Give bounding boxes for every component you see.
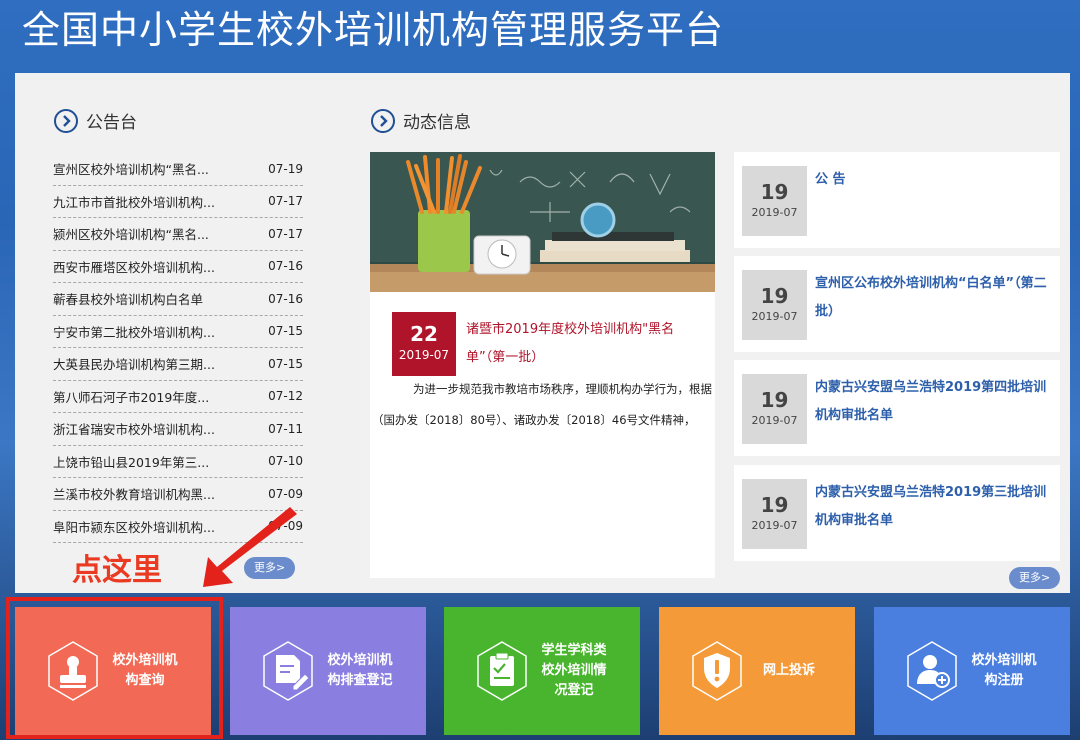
notice-title[interactable]: 兰溪市校外教育培训机构黑... (53, 484, 215, 503)
news-date: 19 2019-07 (742, 374, 807, 444)
list-item[interactable]: 宁安市第二批校外培训机构... 07-15 (53, 316, 303, 348)
notice-title[interactable]: 浙江省瑞安市校外培训机构... (53, 419, 215, 438)
list-item[interactable]: 西安市雁塔区校外培训机构... 07-16 (53, 251, 303, 283)
news-card[interactable]: 19 2019-07 内蒙古兴安盟乌兰浩特2019第三批培训机构审批名单 (734, 465, 1060, 561)
news-header: 动态信息 (371, 108, 471, 133)
news-month: 2019-07 (751, 519, 798, 532)
list-item[interactable]: 九江市市首批校外培训机构... 07-17 (53, 186, 303, 218)
news-card[interactable]: 19 2019-07 宣州区公布校外培训机构“白名单”（第二批） (734, 256, 1060, 352)
highlight-frame (6, 597, 223, 739)
notice-date: 07-16 (268, 259, 303, 274)
news-card-title[interactable]: 内蒙古兴安盟乌兰浩特2019第四批培训机构审批名单 (815, 374, 1055, 430)
list-item[interactable]: 宣州区校外培训机构“黑名... 07-19 (53, 153, 303, 186)
notice-board-title: 公告台 (86, 113, 137, 133)
news-date: 19 2019-07 (742, 166, 807, 236)
notice-date: 07-17 (268, 194, 303, 209)
notice-date: 07-16 (268, 291, 303, 306)
news-card-title[interactable]: 内蒙古兴安盟乌兰浩特2019第三批培训机构审批名单 (815, 479, 1055, 535)
excerpt-line-2: （国办发〔2018〕80号）、诸政办发〔2018〕46号文件精神， (372, 413, 696, 427)
tile-student-training[interactable]: 学生学科类校外培训情况登记 (444, 607, 640, 735)
notice-title[interactable]: 蕲春县校外培训机构白名单 (53, 289, 203, 308)
notice-date: 07-09 (268, 486, 303, 501)
news-date: 19 2019-07 (742, 479, 807, 549)
list-item[interactable]: 蕲春县校外培训机构白名单 07-16 (53, 283, 303, 316)
news-month: 2019-07 (751, 310, 798, 323)
site-title: 全国中小学生校外培训机构管理服务平台 (22, 8, 725, 52)
notice-date: 07-15 (268, 324, 303, 339)
news-day: 19 (760, 493, 789, 517)
arrow-right-circle-icon (54, 108, 78, 133)
shield-alert-icon (692, 641, 742, 701)
tile-label[interactable]: 学生学科类校外培训情况登记 (539, 641, 609, 701)
notice-title[interactable]: 宣州区校外培训机构“黑名... (53, 159, 209, 178)
news-card-title[interactable]: 宣州区公布校外培训机构“白名单”（第二批） (815, 270, 1055, 326)
news-month: 2019-07 (751, 414, 798, 427)
news-card[interactable]: 19 2019-07 内蒙古兴安盟乌兰浩特2019第四批培训机构审批名单 (734, 360, 1060, 456)
notice-title[interactable]: 上饶市铅山县2019年第三... (53, 452, 209, 471)
tile-label[interactable]: 网上投诉 (754, 661, 824, 681)
news-month: 2019-07 (751, 206, 798, 219)
featured-news[interactable]: 22 2019-07 诸暨市2019年度校外培训机构"黑名单”（第一批） 为进一… (370, 152, 715, 578)
add-user-icon (907, 641, 957, 701)
news-more-button[interactable]: 更多> (1009, 567, 1061, 589)
notice-date: 07-15 (268, 356, 303, 371)
notice-list: 宣州区校外培训机构“黑名... 07-19 九江市市首批校外培训机构... 07-1… (53, 153, 303, 543)
notice-date: 07-17 (268, 226, 303, 241)
news-card[interactable]: 19 2019-07 公 告 (734, 152, 1060, 248)
tile-institution-inspection[interactable]: 校外培训机构排查登记 (230, 607, 426, 735)
featured-day: 22 (410, 322, 438, 346)
notice-title[interactable]: 九江市市首批校外培训机构... (53, 192, 215, 211)
news-day: 19 (760, 180, 789, 204)
featured-excerpt: 为进一步规范我市教培市场秩序，理顺机构办学行为，根据 （国办发〔2018〕80号… (372, 374, 712, 436)
featured-image[interactable] (370, 152, 715, 292)
news-card-title[interactable]: 公 告 (815, 166, 1055, 194)
news-day: 19 (760, 388, 789, 412)
arrow-right-circle-icon (371, 108, 395, 133)
tile-label[interactable]: 校外培训机构排查登记 (325, 651, 395, 691)
news-title: 动态信息 (403, 113, 471, 133)
clipboard-icon (477, 641, 527, 701)
notice-date: 07-19 (268, 161, 303, 176)
news-date: 19 2019-07 (742, 270, 807, 340)
notice-date: 07-10 (268, 454, 303, 469)
list-item[interactable]: 颍州区校外培训机构“黑名... 07-17 (53, 218, 303, 251)
list-item[interactable]: 大英县民办培训机构第三期... 07-15 (53, 348, 303, 381)
notice-title[interactable]: 第八师石河子市2019年度... (53, 387, 209, 406)
excerpt-line-1: 为进一步规范我市教培市场秩序，理顺机构办学行为，根据 (413, 382, 712, 396)
notice-title[interactable]: 西安市雁塔区校外培训机构... (53, 257, 215, 276)
featured-month: 2019-07 (398, 348, 450, 362)
notice-title[interactable]: 宁安市第二批校外培训机构... (53, 322, 215, 341)
edit-doc-icon (263, 641, 313, 701)
featured-date: 22 2019-07 (392, 312, 456, 376)
notice-date: 07-11 (268, 421, 303, 436)
list-item[interactable]: 浙江省瑞安市校外培训机构... 07-11 (53, 413, 303, 446)
news-day: 19 (760, 284, 789, 308)
notice-board-header: 公告台 (54, 108, 137, 133)
notice-title[interactable]: 颍州区校外培训机构“黑名... (53, 224, 209, 243)
annotation-arrow-icon (203, 507, 297, 587)
featured-title[interactable]: 诸暨市2019年度校外培训机构"黑名单”（第一批） (466, 316, 706, 372)
tile-label[interactable]: 校外培训机构注册 (969, 651, 1039, 691)
list-item[interactable]: 上饶市铅山县2019年第三... 07-10 (53, 446, 303, 478)
notice-title[interactable]: 大英县民办培训机构第三期... (53, 354, 215, 373)
click-here-annotation: 点这里 (72, 553, 162, 588)
list-item[interactable]: 第八师石河子市2019年度... 07-12 (53, 381, 303, 413)
tile-online-complaint[interactable]: 网上投诉 (659, 607, 855, 735)
notice-title[interactable]: 阜阳市颍东区校外培训机构... (53, 517, 215, 536)
notice-date: 07-12 (268, 389, 303, 404)
tile-institution-register[interactable]: 校外培训机构注册 (874, 607, 1070, 735)
